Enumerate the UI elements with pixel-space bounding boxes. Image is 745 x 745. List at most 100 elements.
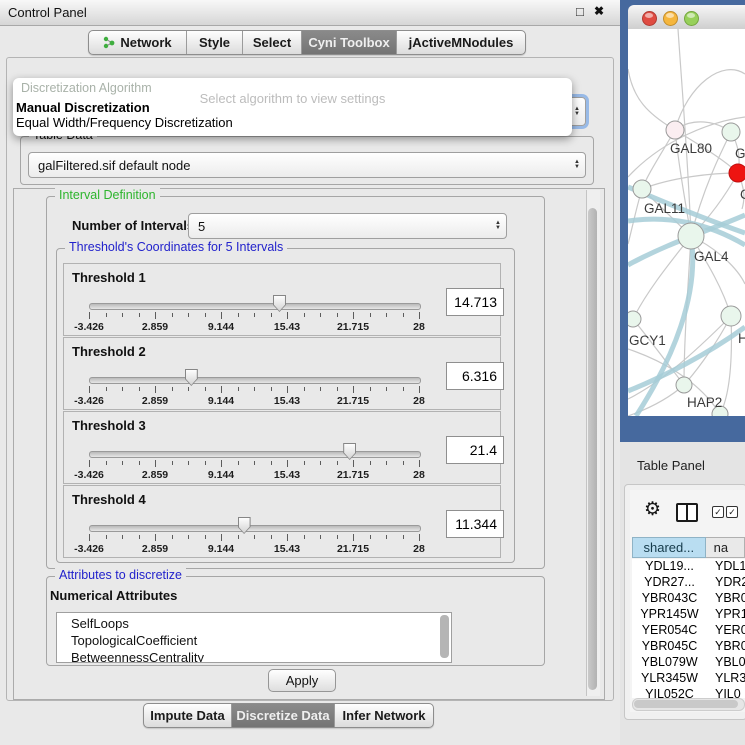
slider-tick <box>89 534 90 541</box>
cell-name[interactable]: YBL0 <box>715 655 745 669</box>
apply-button[interactable]: Apply <box>268 669 336 692</box>
bottom-tab-infer-network[interactable]: Infer Network <box>335 704 433 727</box>
column-header-name[interactable]: na <box>706 537 745 558</box>
network-node-green[interactable] <box>633 180 651 198</box>
cell-name[interactable]: YBR0 <box>715 591 745 605</box>
table-row[interactable]: YLR345W YLR3 <box>632 671 745 687</box>
attributes-list-scrollbar-thumb[interactable] <box>440 615 449 658</box>
threshold-value-field[interactable]: 14.713 <box>446 288 504 316</box>
slider-tick <box>188 313 189 317</box>
gear-icon[interactable]: ⚙ <box>644 500 661 519</box>
network-node-green[interactable] <box>676 377 692 393</box>
bottom-tab-discretize-data[interactable]: Discretize Data <box>232 704 335 727</box>
numerical-attributes-list[interactable]: SelfLoops TopologicalCoefficient Betweenne… <box>56 612 452 663</box>
number-of-intervals-combobox[interactable]: 5 ▲▼ <box>188 213 507 239</box>
network-node-red[interactable] <box>729 164 745 182</box>
network-edge[interactable] <box>628 69 675 130</box>
algorithm-option-equal-width-frequency-discretization[interactable]: Equal Width/Frequency Discretization <box>16 115 233 130</box>
table-data-combobox[interactable]: galFiltered.sif default node ▲▼ <box>28 152 586 178</box>
threshold-value-field[interactable]: 6.316 <box>446 362 504 390</box>
top-tab-cyni-toolbox[interactable]: Cyni Toolbox <box>302 31 397 54</box>
network-edge[interactable] <box>642 173 738 189</box>
cell-name[interactable]: YER0 <box>715 623 745 637</box>
slider-track[interactable] <box>89 451 421 458</box>
slider-tick <box>271 387 272 391</box>
zoom-traffic-light-icon[interactable] <box>684 11 699 26</box>
top-tab-select[interactable]: Select <box>243 31 302 54</box>
table-hscrollbar-thumb[interactable] <box>634 700 738 708</box>
top-tab-style[interactable]: Style <box>187 31 243 54</box>
bottom-tab-impute-data[interactable]: Impute Data <box>144 704 232 727</box>
slider-tick <box>188 535 189 539</box>
cell-shared-name[interactable]: YIL052C <box>632 687 707 698</box>
cell-name[interactable]: YDL1 <box>715 559 745 573</box>
checkbox-checked-icon[interactable]: ✓ <box>712 506 724 518</box>
top-tab-bar: NetworkStyleSelect Cyni Toolbox jActiveMNo… <box>88 30 526 55</box>
table-row[interactable]: YER054C YER0 <box>632 623 745 639</box>
slider-track[interactable] <box>89 377 421 384</box>
slider-tick <box>419 312 420 319</box>
cell-name[interactable]: YLR3 <box>715 671 745 685</box>
cell-shared-name[interactable]: YER054C <box>632 623 707 637</box>
slider-tick <box>122 461 123 465</box>
threshold-value-field[interactable]: 21.4 <box>446 436 504 464</box>
network-edge[interactable] <box>675 70 745 130</box>
network-node-green[interactable] <box>722 123 740 141</box>
cell-shared-name[interactable]: YBR045C <box>632 639 707 653</box>
numerical-attributes-label: Numerical Attributes <box>50 588 177 603</box>
slider-tick-label: -3.426 <box>74 543 104 555</box>
top-tab-network[interactable]: Network <box>89 31 187 54</box>
top-tab-jactivemnodules[interactable]: jActiveMNodules <box>397 31 525 54</box>
network-window-titlebar[interactable] <box>628 5 745 30</box>
minimize-traffic-light-icon[interactable] <box>663 11 678 26</box>
cell-shared-name[interactable]: YDR27... <box>632 575 707 589</box>
network-node-green[interactable] <box>678 223 704 249</box>
algorithm-option-manual-discretization[interactable]: Manual Discretization <box>16 100 150 115</box>
close-traffic-light-icon[interactable] <box>642 11 657 26</box>
table-row[interactable]: YIL052C YIL0 <box>632 687 745 698</box>
cell-shared-name[interactable]: YBL079W <box>632 655 707 669</box>
network-node-green[interactable] <box>628 311 641 327</box>
table-row[interactable]: YPR145W YPR1 <box>632 607 745 623</box>
network-view-canvas[interactable]: GAL80G.GAL11CGAL4GCY1HHAP2 <box>628 29 745 416</box>
slider-track[interactable] <box>89 525 421 532</box>
cell-shared-name[interactable]: YBR043C <box>632 591 707 605</box>
slider-tick <box>221 460 222 467</box>
attribute-item-selfloops[interactable]: SelfLoops <box>71 616 129 631</box>
column-header-shared-name[interactable]: shared... <box>632 537 706 558</box>
slider-tick-label: 9.144 <box>208 543 234 555</box>
table-row[interactable]: YBL079W YBL0 <box>632 655 745 671</box>
table-row[interactable]: YDL19... YDL1 <box>632 559 745 575</box>
cell-name[interactable]: YIL0 <box>715 687 741 698</box>
close-icon[interactable]: ✖ <box>594 4 604 18</box>
threshold-row-1: Threshold 1-3.4262.8599.14415.4321.71528… <box>63 263 501 336</box>
attribute-item-topologicalcoefficient[interactable]: TopologicalCoefficient <box>71 633 197 648</box>
table-row[interactable]: YBR045C YBR0 <box>632 639 745 655</box>
threshold-value-field[interactable]: 11.344 <box>446 510 504 538</box>
slider-tick-label: 15.43 <box>274 395 300 407</box>
cell-shared-name[interactable]: YPR145W <box>632 607 707 621</box>
float-window-icon[interactable]: □ <box>576 4 584 19</box>
bottom-tab-label: Impute Data <box>150 708 224 723</box>
cell-name[interactable]: YBR0 <box>715 639 745 653</box>
table-row[interactable]: YBR043C YBR0 <box>632 591 745 607</box>
checkbox-checked-icon[interactable]: ✓ <box>726 506 738 518</box>
cell-shared-name[interactable]: YDL19... <box>632 559 707 573</box>
network-node-green[interactable] <box>721 306 741 326</box>
cell-shared-name[interactable]: YLR345W <box>632 671 707 685</box>
slider-tick <box>403 461 404 465</box>
slider-tick-label: 28 <box>413 321 425 333</box>
slider-track[interactable] <box>89 303 421 310</box>
cell-name[interactable]: YPR1 <box>715 607 745 621</box>
table-row[interactable]: YDR27... YDR2 <box>632 575 745 591</box>
split-column-icon[interactable] <box>676 503 698 522</box>
slider-tick <box>419 534 420 541</box>
cell-name[interactable]: YDR2 <box>715 575 745 589</box>
settings-scrollbar-thumb[interactable] <box>588 208 597 690</box>
network-node-pink[interactable] <box>666 121 684 139</box>
top-tab-label: Cyni Toolbox <box>308 35 389 50</box>
slider-tick <box>172 535 173 539</box>
attribute-item-betweennesscentrality[interactable]: BetweennessCentrality <box>71 650 204 663</box>
threshold-label: Threshold 2 <box>72 344 146 359</box>
algorithm-dropdown-popup: Discretization Algorithm Select algorith… <box>13 78 572 136</box>
